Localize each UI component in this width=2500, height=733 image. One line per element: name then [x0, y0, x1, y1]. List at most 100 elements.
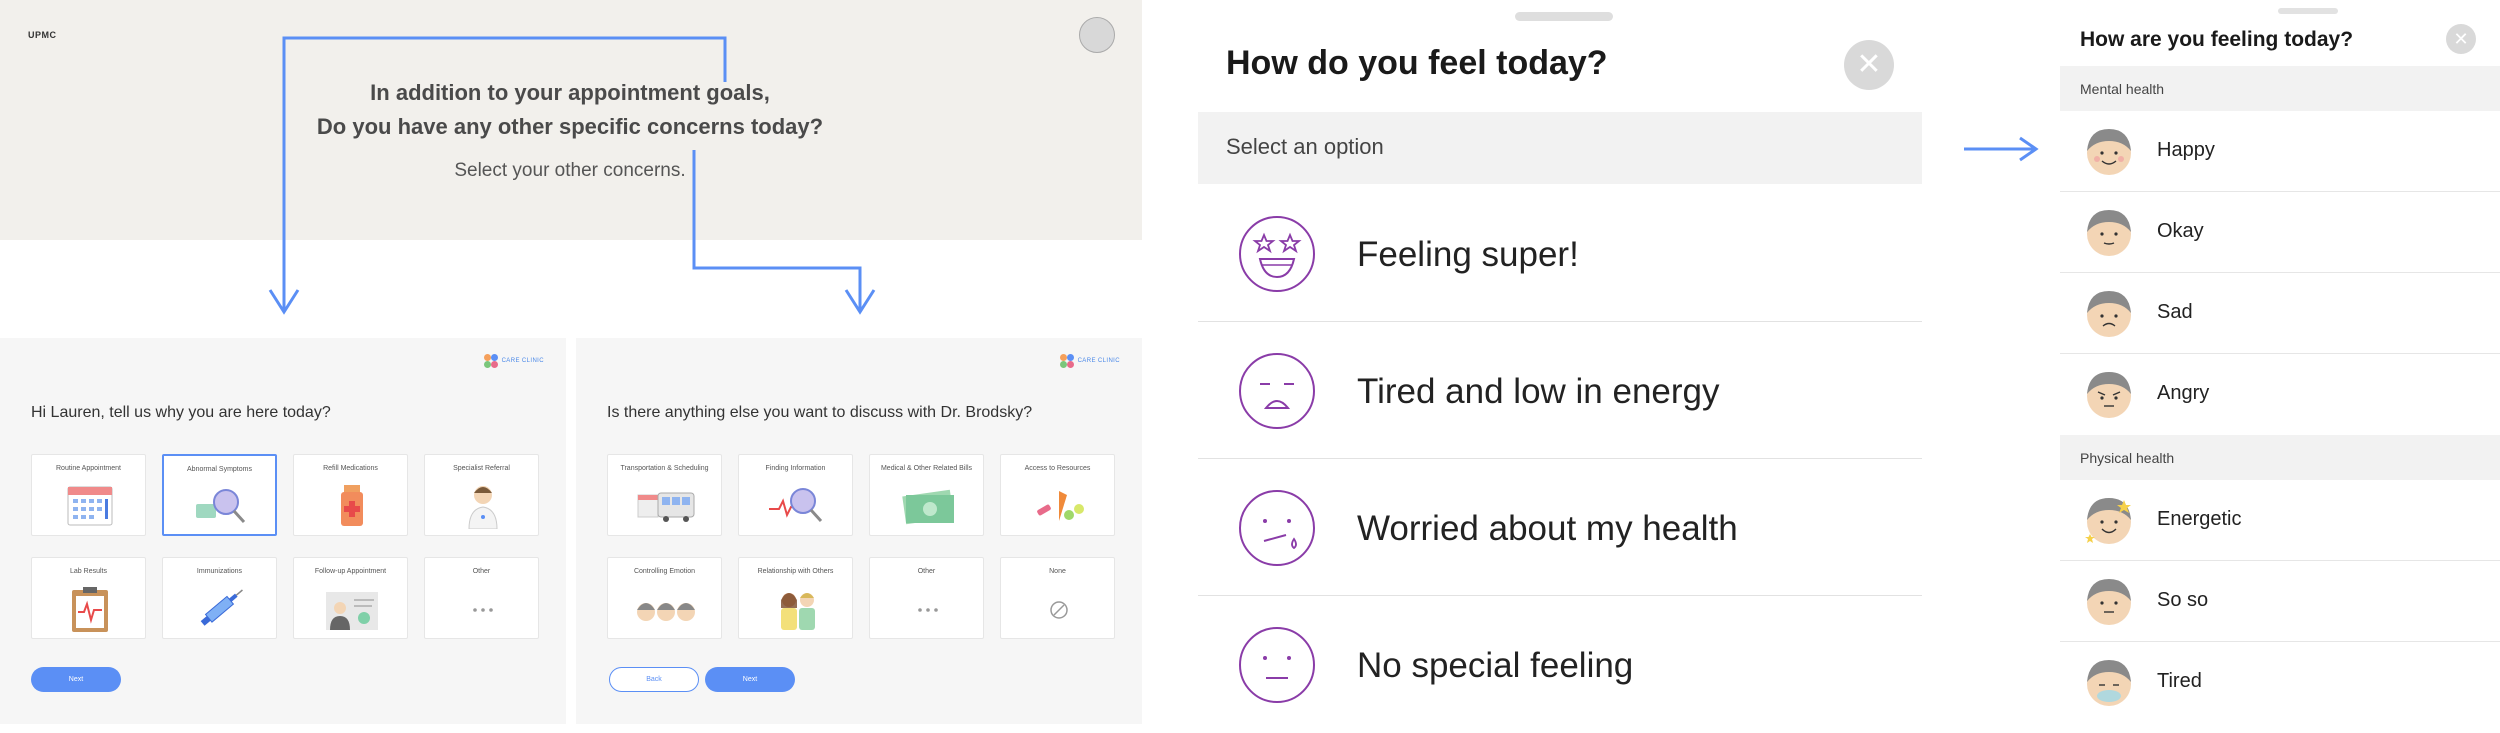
- list-item-angry[interactable]: Angry: [2060, 354, 2500, 435]
- tile-medical-bills[interactable]: Medical & Other Related Bills: [869, 454, 984, 536]
- list-item-tired[interactable]: Tired: [2060, 642, 2500, 723]
- section-mental-health: Mental health: [2060, 66, 2500, 111]
- arrowhead-right: [844, 289, 876, 315]
- none-icon: [1050, 601, 1068, 619]
- option-no-special-feeling[interactable]: No special feeling: [1198, 596, 1922, 733]
- list-item-so-so[interactable]: So so: [2060, 561, 2500, 642]
- next-button[interactable]: Next: [705, 667, 795, 692]
- close-icon[interactable]: ✕: [2446, 24, 2476, 54]
- tile-relationship-with-others[interactable]: Relationship with Others: [738, 557, 853, 639]
- list-item-happy[interactable]: Happy: [2060, 111, 2500, 192]
- care-clinic-flow-panel: UPMC In addition to your appointment goa…: [0, 0, 1142, 724]
- option-label: Worried about my health: [1357, 509, 1738, 548]
- tile-label: Routine Appointment: [56, 465, 121, 472]
- care-clinic-brand: CARE CLINIC: [1059, 354, 1120, 368]
- next-button[interactable]: Next: [31, 667, 121, 692]
- tile-transportation-scheduling[interactable]: Transportation & Scheduling: [607, 454, 722, 536]
- avatar[interactable]: [1079, 17, 1115, 53]
- tile-label: Lab Results: [70, 568, 107, 575]
- item-label: Tired: [2157, 670, 2202, 692]
- star-eyes-face-icon: [1239, 216, 1315, 292]
- tile-label: Abnormal Symptoms: [187, 466, 252, 473]
- money-icon: [902, 489, 954, 525]
- tile-label: Other: [472, 568, 491, 575]
- tile-label: Other: [917, 568, 936, 575]
- discuss-question: Is there anything else you want to discu…: [607, 404, 1033, 421]
- care-clinic-label: CARE CLINIC: [1077, 358, 1120, 364]
- list-item-energetic[interactable]: Energetic: [2060, 480, 2500, 561]
- arrow-right-icon: [1964, 136, 2039, 162]
- ellipsis-icon: [918, 608, 938, 612]
- tile-label: None: [1049, 568, 1066, 575]
- angry-face-icon: [2087, 372, 2131, 418]
- feel-today-sheet: How do you feel today? ✕ Select an optio…: [1198, 0, 1922, 724]
- page-title: In addition to your appointment goals, D…: [250, 76, 890, 144]
- tile-label: Transportation & Scheduling: [620, 465, 709, 472]
- item-label: Happy: [2157, 139, 2215, 161]
- option-feeling-super[interactable]: Feeling super!: [1198, 185, 1922, 322]
- tile-other[interactable]: Other: [869, 557, 984, 639]
- energetic-face-icon: [2085, 498, 2131, 544]
- tile-label: Medical & Other Related Bills: [880, 465, 973, 472]
- tile-label: Immunizations: [196, 568, 243, 575]
- tile-follow-up-appointment[interactable]: Follow-up Appointment: [293, 557, 408, 639]
- worried-face-icon: [1239, 490, 1315, 566]
- tile-abnormal-symptoms[interactable]: Abnormal Symptoms: [162, 454, 277, 536]
- bus-icon: [637, 492, 695, 522]
- care-clinic-label: CARE CLINIC: [501, 358, 544, 364]
- upmc-logo: UPMC: [28, 30, 57, 40]
- happy-face-icon: [2087, 129, 2131, 175]
- tile-label: Controlling Emotion: [633, 568, 696, 575]
- tile-label: Follow-up Appointment: [314, 568, 387, 575]
- option-worried-health[interactable]: Worried about my health: [1198, 459, 1922, 596]
- tile-lab-results[interactable]: Lab Results: [31, 557, 146, 639]
- sheet-title: How are you feeling today?: [2080, 28, 2354, 51]
- clipboard-icon: [72, 587, 108, 632]
- neutral-face-icon: [1239, 627, 1315, 703]
- tile-routine-appointment[interactable]: Routine Appointment: [31, 454, 146, 536]
- title-line-2: Do you have any other specific concerns …: [316, 114, 824, 139]
- option-label: Tired and low in energy: [1357, 372, 1720, 411]
- feeling-list-sheet: How are you feeling today? ✕ Mental heal…: [2060, 0, 2500, 724]
- tile-label: Access to Resources: [1024, 465, 1091, 472]
- tired-face-icon: [1239, 353, 1315, 429]
- magnifier-icon: [196, 489, 246, 524]
- food-icon: [1037, 491, 1084, 521]
- section-physical-health: Physical health: [2060, 435, 2500, 480]
- pill-bottle-icon: [341, 485, 363, 526]
- item-label: Energetic: [2157, 508, 2242, 530]
- tile-other[interactable]: Other: [424, 557, 539, 639]
- faces-icon: [637, 603, 695, 621]
- ellipsis-icon: [473, 608, 493, 612]
- tile-label: Specialist Referral: [453, 465, 510, 472]
- tile-controlling-emotion[interactable]: Controlling Emotion: [607, 557, 722, 639]
- option-label: No special feeling: [1357, 646, 1634, 685]
- okay-face-icon: [2087, 210, 2131, 256]
- list-item-sad[interactable]: Sad: [2060, 273, 2500, 354]
- section-label: Physical health: [2080, 450, 2175, 466]
- care-clinic-logo-icon: [1059, 354, 1074, 368]
- document-icon: [326, 592, 378, 630]
- tile-refill-medications[interactable]: Refill Medications: [293, 454, 408, 536]
- magnifier-icon: [769, 488, 823, 523]
- discuss-screen: CARE CLINIC Is there anything else you w…: [576, 338, 1142, 724]
- tile-label: Refill Medications: [323, 465, 378, 472]
- calendar-icon: [67, 486, 113, 526]
- tile-immunizations[interactable]: Immunizations: [162, 557, 277, 639]
- reason-screen: CARE CLINIC Hi Lauren, tell us why you a…: [0, 338, 566, 724]
- back-button[interactable]: Back: [609, 667, 699, 692]
- list-item-okay[interactable]: Okay: [2060, 192, 2500, 273]
- sheet-title: How do you feel today?: [1226, 44, 1608, 82]
- option-tired-low-energy[interactable]: Tired and low in energy: [1198, 322, 1922, 459]
- tile-specialist-referral[interactable]: Specialist Referral: [424, 454, 539, 536]
- select-prompt: Select an option: [1226, 134, 1384, 159]
- drag-handle[interactable]: [2278, 8, 2338, 14]
- drag-handle[interactable]: [1515, 12, 1613, 21]
- arrowhead-left: [268, 289, 300, 315]
- couple-icon: [781, 593, 815, 630]
- close-icon[interactable]: ✕: [1844, 40, 1894, 90]
- tile-finding-information[interactable]: Finding Information: [738, 454, 853, 536]
- tile-access-to-resources[interactable]: Access to Resources: [1000, 454, 1115, 536]
- tired-face-icon: [2087, 660, 2131, 706]
- tile-none[interactable]: None: [1000, 557, 1115, 639]
